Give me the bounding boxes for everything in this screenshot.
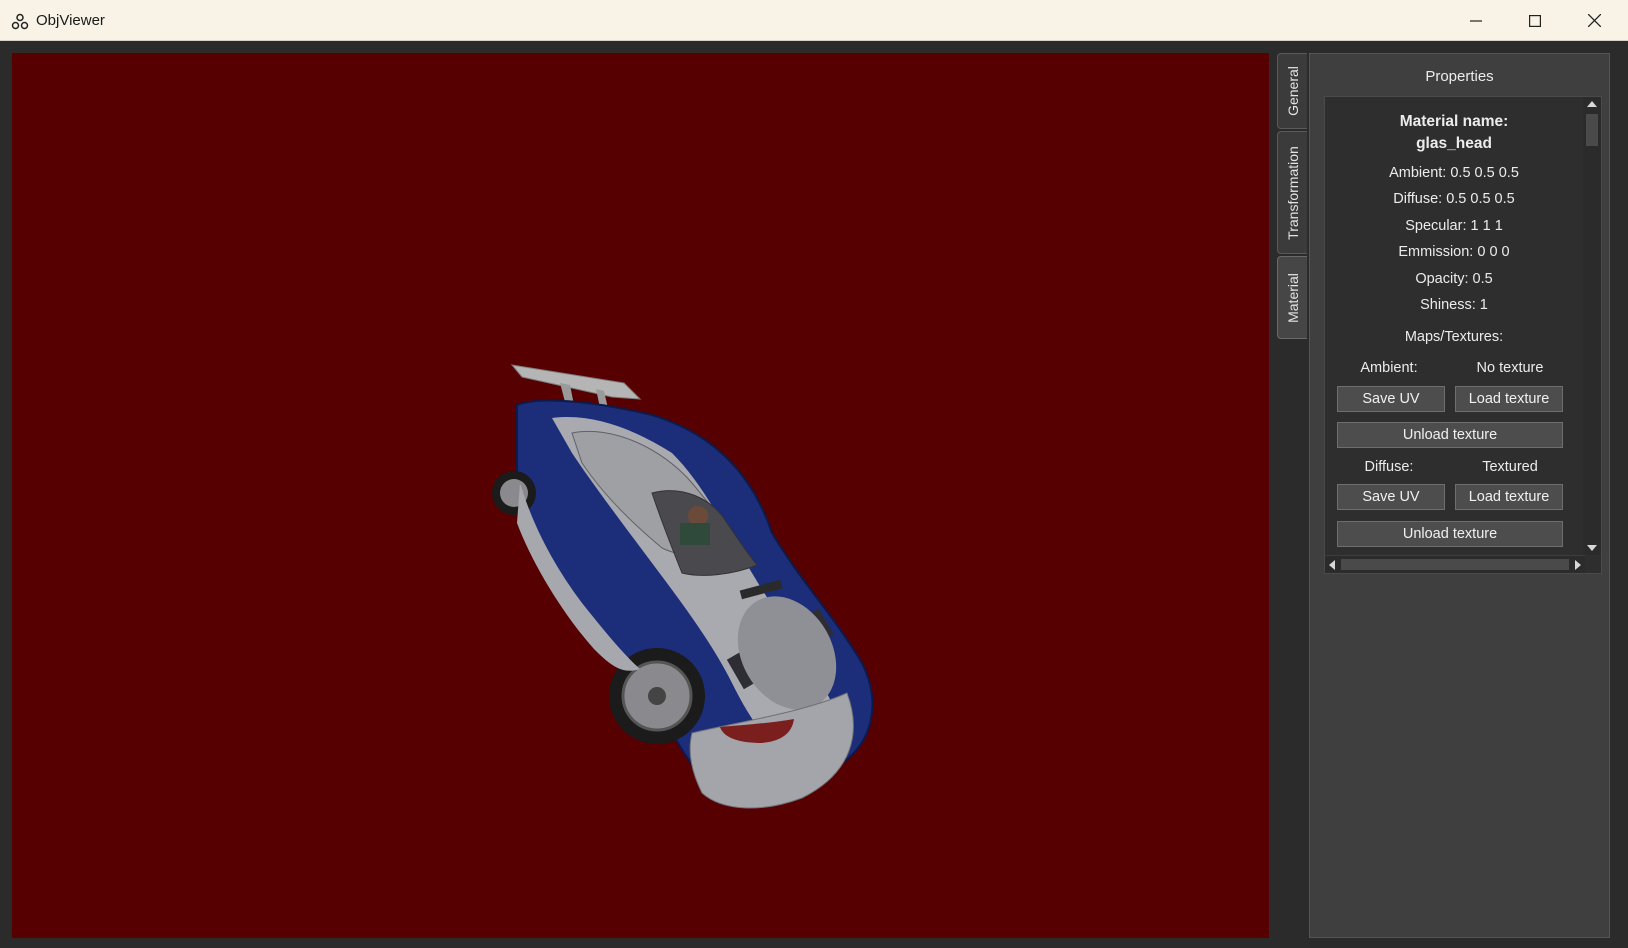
- opacity-value: Opacity: 0.5: [1415, 271, 1493, 287]
- ambient-map-status: No texture: [1476, 360, 1544, 376]
- maximize-button[interactable]: [1506, 0, 1564, 41]
- 3d-viewport[interactable]: [12, 53, 1269, 938]
- ambient-value: Ambient: 0.5 0.5 0.5: [1389, 165, 1519, 181]
- specular-value: Specular: 1 1 1: [1405, 218, 1503, 234]
- scroll-up-arrow-icon[interactable]: [1587, 101, 1597, 107]
- tab-transformation[interactable]: Transformation: [1277, 131, 1307, 254]
- diffuse-unload-texture-button[interactable]: Unload texture: [1337, 521, 1563, 547]
- window-titlebar: ObjViewer: [0, 0, 1628, 41]
- maps-heading: Maps/Textures:: [1404, 329, 1504, 345]
- vertical-scroll-thumb[interactable]: [1586, 114, 1598, 146]
- tab-material[interactable]: Material: [1277, 256, 1307, 339]
- diffuse-load-texture-button[interactable]: Load texture: [1455, 484, 1563, 510]
- horizontal-scroll-thumb[interactable]: [1341, 559, 1569, 570]
- shininess-value: Shiness: 1: [1420, 297, 1488, 313]
- scroll-left-arrow-icon[interactable]: [1329, 560, 1335, 570]
- ambient-load-texture-button[interactable]: Load texture: [1455, 386, 1563, 412]
- car-model: [492, 364, 874, 809]
- tab-general[interactable]: General: [1277, 53, 1307, 129]
- minimize-icon: [1470, 19, 1482, 22]
- vertical-scrollbar[interactable]: [1583, 97, 1601, 555]
- main-area: General Transformation Material Properti…: [0, 41, 1628, 948]
- scroll-down-arrow-icon[interactable]: [1587, 545, 1597, 551]
- share-nodes-icon: [11, 13, 29, 30]
- window-title: ObjViewer: [36, 12, 105, 29]
- diffuse-map-label: Diffuse:: [1364, 459, 1414, 475]
- ambient-save-uv-button[interactable]: Save UV: [1337, 386, 1445, 412]
- maximize-icon: [1529, 14, 1541, 27]
- close-button[interactable]: [1565, 0, 1623, 41]
- ambient-map-label: Ambient:: [1360, 360, 1418, 376]
- material-name: glas_head: [1416, 135, 1492, 152]
- horizontal-scrollbar[interactable]: [1325, 555, 1585, 573]
- scroll-right-arrow-icon[interactable]: [1575, 560, 1581, 570]
- ambient-unload-texture-button[interactable]: Unload texture: [1337, 422, 1563, 448]
- emission-value: Emmission: 0 0 0: [1398, 244, 1510, 260]
- diffuse-value: Diffuse: 0.5 0.5 0.5: [1393, 191, 1515, 207]
- close-icon: [1587, 14, 1601, 27]
- material-heading: Material name:: [1399, 113, 1509, 130]
- properties-panel: Properties Material name: glas_head Ambi…: [1309, 53, 1610, 938]
- diffuse-map-status: Textured: [1482, 459, 1538, 475]
- diffuse-save-uv-button[interactable]: Save UV: [1337, 484, 1445, 510]
- panel-title: Properties: [1425, 68, 1494, 85]
- minimize-button[interactable]: [1447, 0, 1505, 41]
- material-scroll-area[interactable]: Material name: glas_head Ambient: 0.5 0.…: [1324, 96, 1602, 574]
